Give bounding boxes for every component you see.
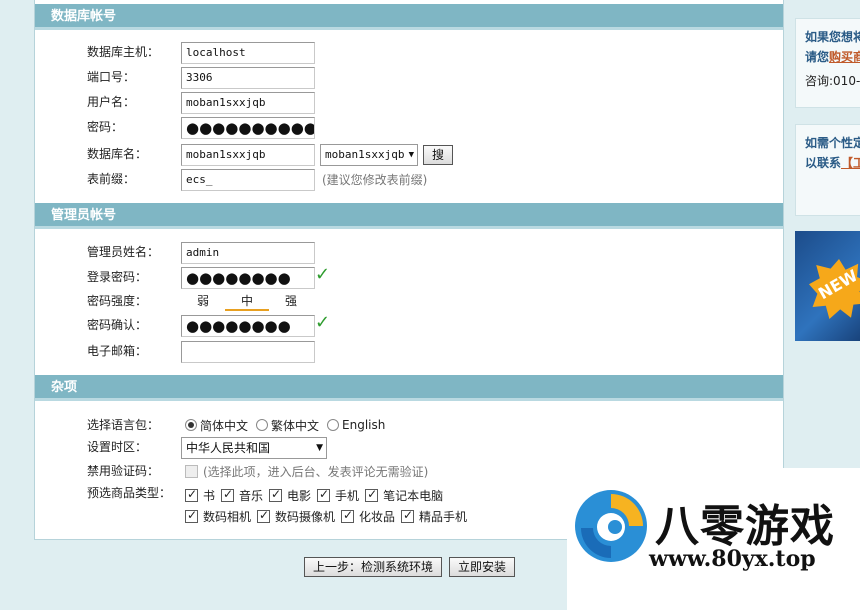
goods-item[interactable]: 书 <box>185 487 215 504</box>
goods-item[interactable]: 精品手机 <box>401 508 467 525</box>
db-user-label: 用户名： <box>87 95 136 109</box>
sidebar-text: 如需个性定 <box>805 136 860 150</box>
goods-item[interactable]: 数码相机 <box>185 508 251 525</box>
swirl-logo-icon <box>575 490 647 562</box>
goods-checkbox[interactable] <box>221 487 235 502</box>
db-name-label: 数据库名： <box>87 147 148 161</box>
chevron-down-icon: ▼ <box>316 443 323 453</box>
goods-label: 音乐 <box>239 488 264 503</box>
watermark-title: 八零游戏 <box>655 501 835 552</box>
db-name-select[interactable]: moban1sxxjqb ▼ <box>320 144 418 166</box>
goods-row-2: 数码相机 数码摄像机 化妆品 精品手机 <box>185 507 473 525</box>
captcha-hint: (选择此项，进入后台、发表评论无需验证) <box>203 464 429 479</box>
db-host-input[interactable]: localhost <box>181 42 315 64</box>
password-strength-label: 密码强度： <box>87 294 148 308</box>
chevron-down-icon: ▼ <box>408 150 414 160</box>
search-db-button[interactable]: 搜 <box>423 145 453 165</box>
db-port-input[interactable]: 3306 <box>181 67 315 89</box>
goods-label: 书 <box>203 488 216 503</box>
goods-item[interactable]: 电影 <box>269 487 311 504</box>
timezone-select[interactable]: 中华人民共和国 ▼ <box>181 437 327 459</box>
goods-checkbox[interactable] <box>185 508 198 523</box>
db-name-select-value: moban1sxxjqb <box>325 148 405 161</box>
admin-name-label: 管理员姓名： <box>87 245 160 259</box>
table-prefix-input[interactable]: ecs_ <box>181 169 315 191</box>
new-banner[interactable]: NEW <box>795 231 860 341</box>
sidebar-text: 请您购买商 <box>796 47 860 67</box>
radio-label-simplified: 简体中文 <box>200 418 249 433</box>
goods-label: 精品手机 <box>419 509 468 524</box>
goods-item[interactable]: 手机 <box>317 487 359 504</box>
check-icon: ✓ <box>315 312 331 333</box>
goods-label: 化妆品 <box>359 509 396 524</box>
email-label: 电子邮箱： <box>87 344 148 358</box>
db-password-input[interactable]: ●●●●●●●●●●●●● <box>181 117 315 139</box>
sidebar-purchase-link[interactable]: 购买商 <box>829 50 860 64</box>
confirm-password-input[interactable]: ●●●●●●●● <box>181 315 315 337</box>
sidebar-box-purchase: 如果您想将 请您购买商 咨询:010-5 <box>795 18 860 108</box>
email-input[interactable] <box>181 341 315 363</box>
sidebar-box-custom: 如需个性定 以联系【工 <box>795 124 860 216</box>
goods-item[interactable]: 数码摄像机 <box>257 508 335 525</box>
radio-simplified-chinese[interactable] <box>185 419 197 431</box>
sidebar-text-prefix: 请您 <box>805 50 830 64</box>
goods-item[interactable]: 笔记本电脑 <box>365 487 443 504</box>
goods-label: 手机 <box>335 488 360 503</box>
table-prefix-label: 表前缀： <box>87 172 136 186</box>
radio-traditional-chinese[interactable] <box>256 419 269 431</box>
captcha-label: 禁用验证码： <box>87 464 160 478</box>
language-label: 选择语言包： <box>87 418 160 432</box>
strength-medium: 中 <box>225 293 269 311</box>
radio-label-english: English <box>342 418 386 432</box>
goods-label: 笔记本电脑 <box>383 488 444 503</box>
goods-label: 电影 <box>287 488 312 503</box>
db-user-input[interactable]: moban1sxxjqb <box>181 92 315 114</box>
admin-name-input[interactable]: admin <box>181 242 315 264</box>
goods-checkbox[interactable] <box>401 508 415 523</box>
prev-step-button[interactable]: 上一步：检测系统环境 <box>304 557 442 577</box>
sidebar-text-prefix: 以联系 <box>805 156 842 170</box>
goods-checkbox[interactable] <box>185 487 198 502</box>
sidebar-text: 以联系【工 <box>796 153 860 173</box>
goods-row-1: 书 音乐 电影 手机 笔记本电脑 <box>185 486 449 504</box>
captcha-row: (选择此项，进入后台、发表评论无需验证) <box>185 462 428 480</box>
confirm-password-label: 密码确认： <box>87 318 148 332</box>
install-form-panel: 数据库帐号 数据库主机： localhost 端口号： 3306 用户名： mo… <box>34 0 784 540</box>
goods-checkbox[interactable] <box>365 487 379 502</box>
db-password-label: 密码： <box>87 120 124 134</box>
login-password-label: 登录密码： <box>87 270 148 284</box>
sidebar-text: 如果您想将 <box>805 30 860 44</box>
db-host-label: 数据库主机： <box>87 45 160 59</box>
watermark: 八零游戏 www.80yx.top <box>567 468 860 610</box>
goods-checkbox[interactable] <box>341 508 355 523</box>
install-now-button[interactable]: 立即安装 <box>449 557 515 577</box>
section-header-admin: 管理员帐号 <box>35 203 783 229</box>
timezone-select-value: 中华人民共和国 <box>186 441 271 455</box>
goods-item[interactable]: 化妆品 <box>341 508 395 525</box>
login-password-input[interactable]: ●●●●●●●● <box>181 267 315 289</box>
goods-type-label: 预选商品类型： <box>87 486 172 500</box>
radio-label-traditional: 繁体中文 <box>271 418 320 433</box>
section-header-database: 数据库帐号 <box>35 4 783 30</box>
goods-item[interactable]: 音乐 <box>221 487 263 504</box>
db-name-input[interactable]: moban1sxxjqb <box>181 144 315 166</box>
strength-strong: 强 <box>284 294 297 308</box>
timezone-label: 设置时区： <box>87 440 148 454</box>
db-port-label: 端口号： <box>87 70 136 84</box>
table-prefix-hint: (建议您修改表前缀) <box>322 173 428 187</box>
check-icon: ✓ <box>315 264 331 285</box>
goods-label: 数码摄像机 <box>275 509 336 524</box>
language-radio-group: 简体中文 繁体中文 English <box>185 416 393 434</box>
sidebar-contact: 咨询:010-5 <box>805 74 860 88</box>
goods-label: 数码相机 <box>203 509 252 524</box>
watermark-url: www.80yx.top <box>649 546 816 572</box>
section-header-misc: 杂项 <box>35 375 783 401</box>
radio-english[interactable] <box>327 419 340 431</box>
goods-checkbox[interactable] <box>269 487 283 502</box>
goods-checkbox[interactable] <box>317 487 331 502</box>
goods-checkbox[interactable] <box>257 508 271 523</box>
sidebar-custom-link[interactable]: 【工 <box>841 156 860 170</box>
strength-weak: 弱 <box>196 294 209 308</box>
disable-captcha-checkbox[interactable] <box>185 464 198 478</box>
